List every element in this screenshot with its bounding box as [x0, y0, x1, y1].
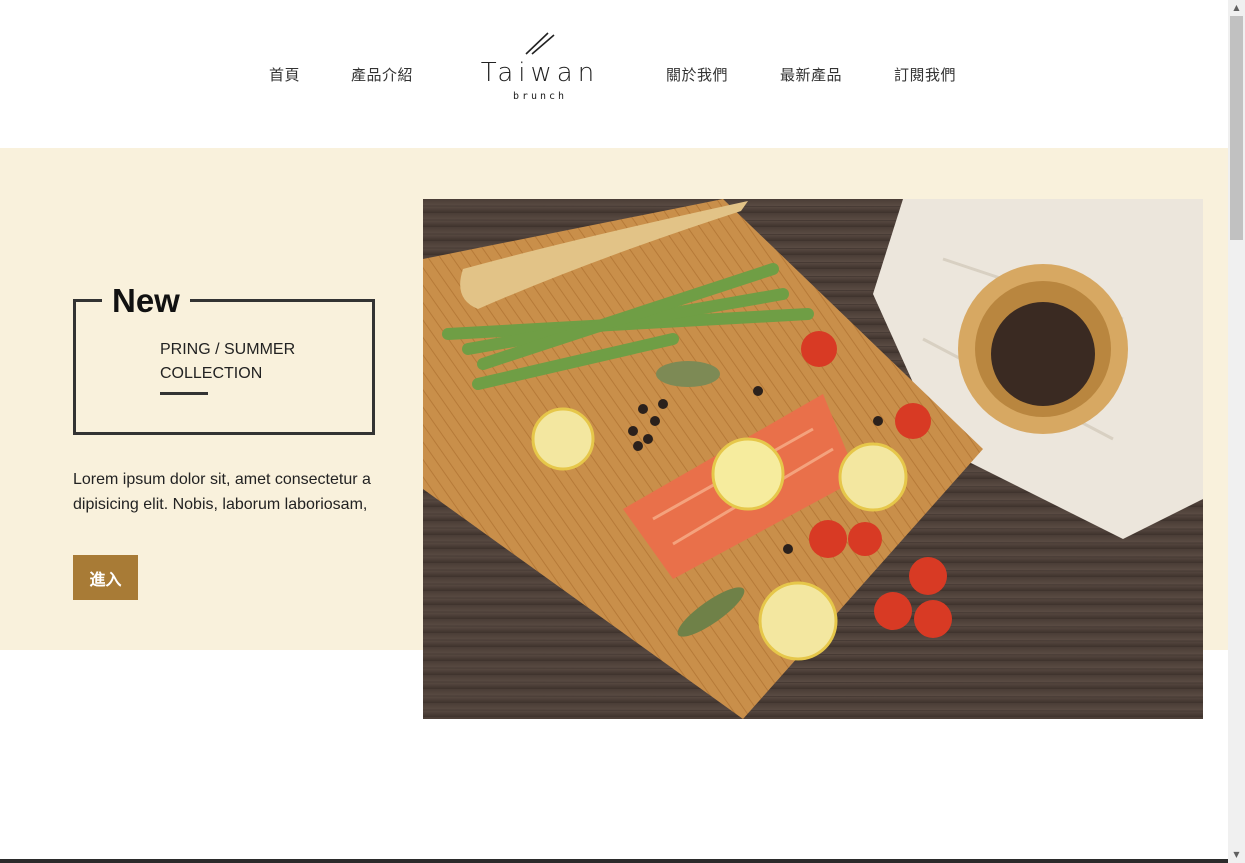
nav-latest[interactable]: 最新產品 [780, 64, 842, 85]
collection-label: PRING / SUMMER COLLECTION [160, 341, 296, 382]
hero-food-image [423, 199, 1203, 719]
nav-subscribe[interactable]: 訂閱我們 [894, 64, 956, 85]
nav-products[interactable]: 產品介紹 [351, 64, 413, 85]
collection-underline [160, 392, 208, 395]
enter-button[interactable]: 進入 [73, 555, 138, 600]
page-scrollbar[interactable]: ▲ ▼ [1228, 0, 1245, 863]
new-badge-title: New [102, 282, 190, 320]
logo-subtitle: brunch [512, 91, 568, 102]
site-header: 首頁 產品介紹 Taiwan brunch 關於我們 最新產品 訂閱我們 [0, 0, 1228, 148]
scroll-thumb[interactable] [1230, 16, 1243, 240]
scroll-down-icon[interactable]: ▼ [1228, 847, 1245, 863]
nav-about[interactable]: 關於我們 [666, 64, 728, 85]
site-logo[interactable]: Taiwan brunch [478, 30, 602, 110]
scroll-up-icon[interactable]: ▲ [1228, 0, 1245, 16]
hero-description: Lorem ipsum dolor sit, amet consectetur … [73, 471, 371, 513]
logo-name: Taiwan [480, 58, 600, 88]
nav-home[interactable]: 首頁 [269, 64, 300, 85]
window-bottom-edge [0, 859, 1228, 863]
chopsticks-icon [525, 32, 555, 55]
